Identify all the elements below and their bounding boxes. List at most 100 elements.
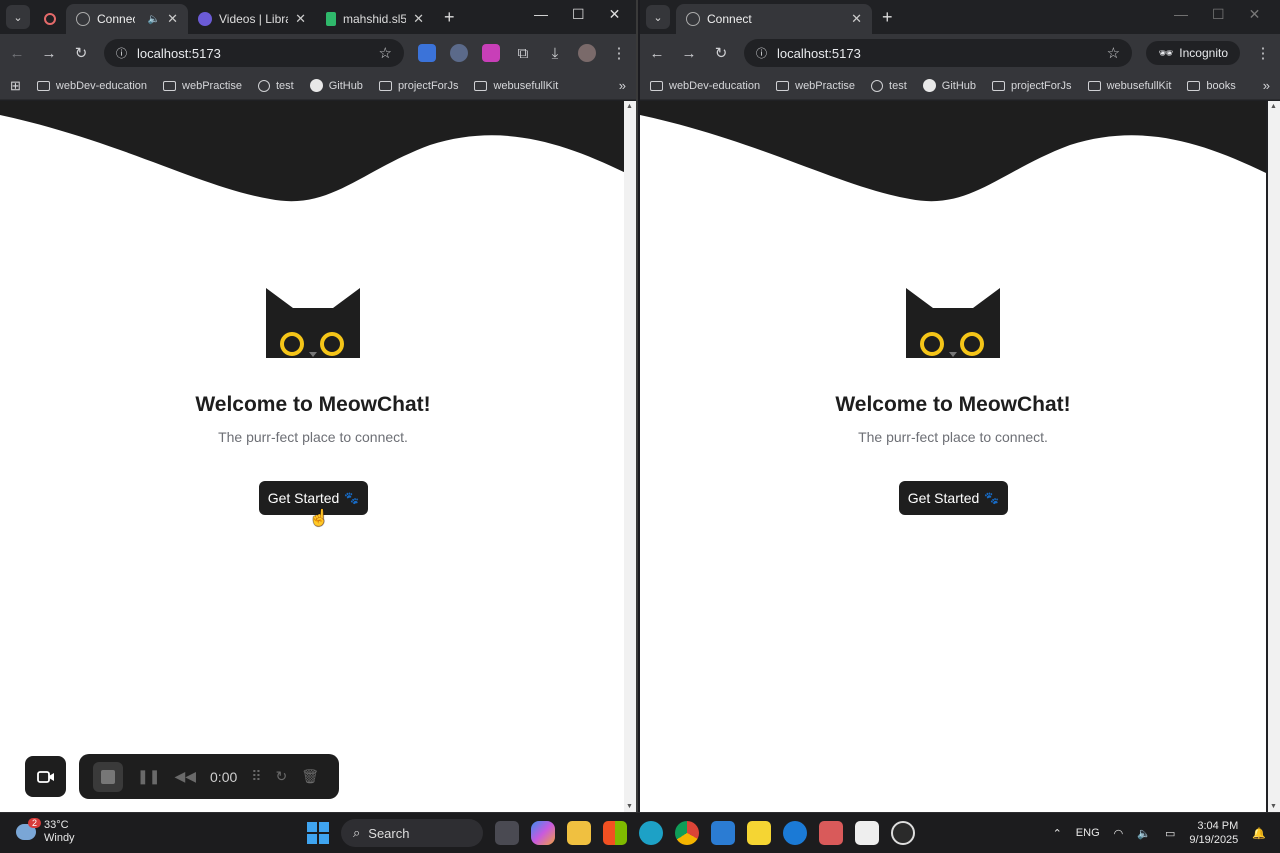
store-icon[interactable] [603, 821, 627, 845]
reload-icon[interactable]: ↻ [712, 44, 730, 62]
maximize-icon[interactable]: ☐ [1212, 6, 1225, 23]
chevron-up-icon[interactable]: ⌃ [1053, 827, 1062, 840]
restart-icon[interactable]: ↻ [276, 768, 288, 785]
file-explorer-icon[interactable] [567, 821, 591, 845]
bookmark-star-icon[interactable]: ☆ [379, 44, 392, 62]
wifi-icon[interactable]: ◠ [1114, 827, 1124, 840]
tab-mahshid[interactable]: mahshid.sl56 ✕ [316, 4, 434, 34]
bookmark-github[interactable]: GitHub [922, 79, 976, 92]
cat-logo-icon [266, 288, 360, 358]
translate-extension-icon[interactable] [418, 44, 436, 62]
weather-widget[interactable]: 2 33°C Windy [16, 818, 75, 845]
apps-grid-icon[interactable]: ⊞ [10, 78, 21, 94]
folder-icon [378, 80, 392, 91]
tab-connect[interactable]: Connect ✕ [676, 4, 872, 34]
windows-start-icon[interactable] [307, 822, 329, 844]
close-tab-icon[interactable]: ✕ [851, 11, 862, 27]
back-icon[interactable]: ← [648, 45, 666, 62]
copilot-icon[interactable] [531, 821, 555, 845]
url-text: localhost:5173 [137, 45, 221, 61]
vscode-icon[interactable] [711, 821, 735, 845]
audio-icon[interactable]: 🔈 [148, 14, 160, 25]
get-started-button[interactable]: Get Started 🐾 [899, 481, 1008, 515]
vpn-icon[interactable] [783, 821, 807, 845]
extensions-icon[interactable]: ⧉ [514, 45, 532, 62]
bookmark-label: webusefullKit [493, 79, 559, 92]
downloads-icon[interactable]: ⤓ [546, 45, 564, 62]
bookmark-webdev-education[interactable]: webDev-education [650, 80, 760, 92]
stop-recording-button[interactable] [93, 761, 123, 792]
edge-icon[interactable] [639, 821, 663, 845]
grid-icon[interactable]: ⠿ [251, 768, 261, 785]
forward-icon[interactable]: → [680, 45, 698, 62]
close-window-icon[interactable]: ✕ [1249, 6, 1261, 23]
new-tab-button[interactable]: + [444, 7, 455, 28]
bookmark-projectforjs[interactable]: projectForJs [992, 80, 1072, 92]
bookmark-star-icon[interactable]: ☆ [1107, 44, 1120, 62]
volume-icon[interactable]: 🔈 [1137, 827, 1151, 840]
menu-icon[interactable]: ⋮ [610, 44, 628, 62]
task-view-icon[interactable] [495, 821, 519, 845]
folder-icon [992, 80, 1006, 91]
bookmark-webpractise[interactable]: webPractise [163, 80, 242, 92]
minimize-icon[interactable]: — [534, 6, 548, 23]
close-tab-icon[interactable]: ✕ [295, 11, 306, 27]
more-bookmarks-icon[interactable]: » [619, 78, 626, 93]
reload-icon[interactable]: ↻ [72, 44, 90, 62]
maximize-icon[interactable]: ☐ [572, 6, 585, 23]
github-icon [922, 79, 936, 92]
tab-search-button[interactable]: ⌄ [646, 5, 670, 29]
tab-search-button[interactable]: ⌄ [6, 5, 30, 29]
trash-icon[interactable]: 🗑 [301, 768, 319, 785]
bookmark-books[interactable]: books [1187, 80, 1236, 92]
bookmark-test[interactable]: test [871, 79, 907, 92]
close-tab-icon[interactable]: ✕ [167, 11, 178, 27]
battery-icon[interactable]: ▭ [1165, 827, 1175, 840]
address-bar[interactable]: ⓘ localhost:5173 ☆ [744, 39, 1133, 67]
site-info-icon[interactable]: ⓘ [756, 45, 767, 61]
rewind-icon[interactable]: ◀◀ [174, 768, 196, 785]
page-scrollbar[interactable]: ▲ ▼ [624, 101, 636, 812]
bookmark-webpractise[interactable]: webPractise [776, 80, 855, 92]
bookmark-projectforjs[interactable]: projectForJs [378, 80, 458, 92]
bookmark-label: test [275, 79, 294, 92]
bookmark-webusefullkit[interactable]: webusefullKit [1087, 80, 1171, 92]
tab-videos[interactable]: Videos | Libra ✕ [188, 4, 316, 34]
bookmark-github[interactable]: GitHub [309, 79, 363, 92]
bookmark-test[interactable]: test [257, 79, 294, 92]
page-scrollbar[interactable]: ▲ ▼ [1268, 101, 1280, 812]
notification-bell-icon[interactable]: 🔔 [1252, 827, 1266, 840]
close-window-icon[interactable]: ✕ [609, 6, 621, 23]
bookmarks-bar: webDev-education webPractise test GitHub… [640, 72, 1280, 100]
download-extension-icon[interactable] [482, 44, 500, 62]
forward-icon[interactable]: → [40, 45, 58, 62]
menu-icon[interactable]: ⋮ [1254, 44, 1272, 62]
incognito-indicator[interactable]: 🕶 Incognito [1146, 41, 1240, 65]
pause-icon[interactable]: ❚❚ [137, 768, 160, 785]
close-tab-icon[interactable]: ✕ [413, 11, 424, 27]
taskbar-search[interactable]: ⌕ Search [341, 819, 483, 847]
paint-app-icon[interactable] [819, 821, 843, 845]
new-tab-button[interactable]: + [882, 7, 893, 28]
more-bookmarks-icon[interactable]: » [1263, 78, 1270, 93]
recording-tab[interactable] [36, 4, 66, 34]
bookmark-webusefullkit[interactable]: webusefullKit [474, 80, 558, 92]
site-info-icon[interactable]: ⓘ [116, 45, 127, 61]
language-indicator[interactable]: ENG [1076, 827, 1100, 839]
minimize-icon[interactable]: — [1174, 6, 1188, 23]
notion-icon[interactable] [855, 821, 879, 845]
bookmark-label: webDev-education [55, 79, 148, 92]
recording-controls: ❚❚ ◀◀ 0:00 ⠿ ↻ 🗑 [79, 754, 339, 799]
notes-app-icon[interactable] [747, 821, 771, 845]
shield-extension-icon[interactable] [450, 44, 468, 62]
back-icon[interactable]: ← [8, 45, 26, 62]
camera-toggle-button[interactable] [25, 756, 66, 797]
tab-connect[interactable]: Connect 🔈 ✕ [66, 4, 188, 34]
clock[interactable]: 3:04 PM 9/19/2025 [1189, 819, 1238, 847]
profile-avatar[interactable] [578, 44, 596, 62]
bookmark-webdev-education[interactable]: webDev-education [36, 79, 148, 92]
address-bar[interactable]: ⓘ localhost:5173 ☆ [104, 39, 404, 67]
chatgpt-icon[interactable] [891, 821, 915, 845]
welcome-subtitle: The purr-fect place to connect. [858, 429, 1048, 445]
chrome-icon[interactable] [675, 821, 699, 845]
